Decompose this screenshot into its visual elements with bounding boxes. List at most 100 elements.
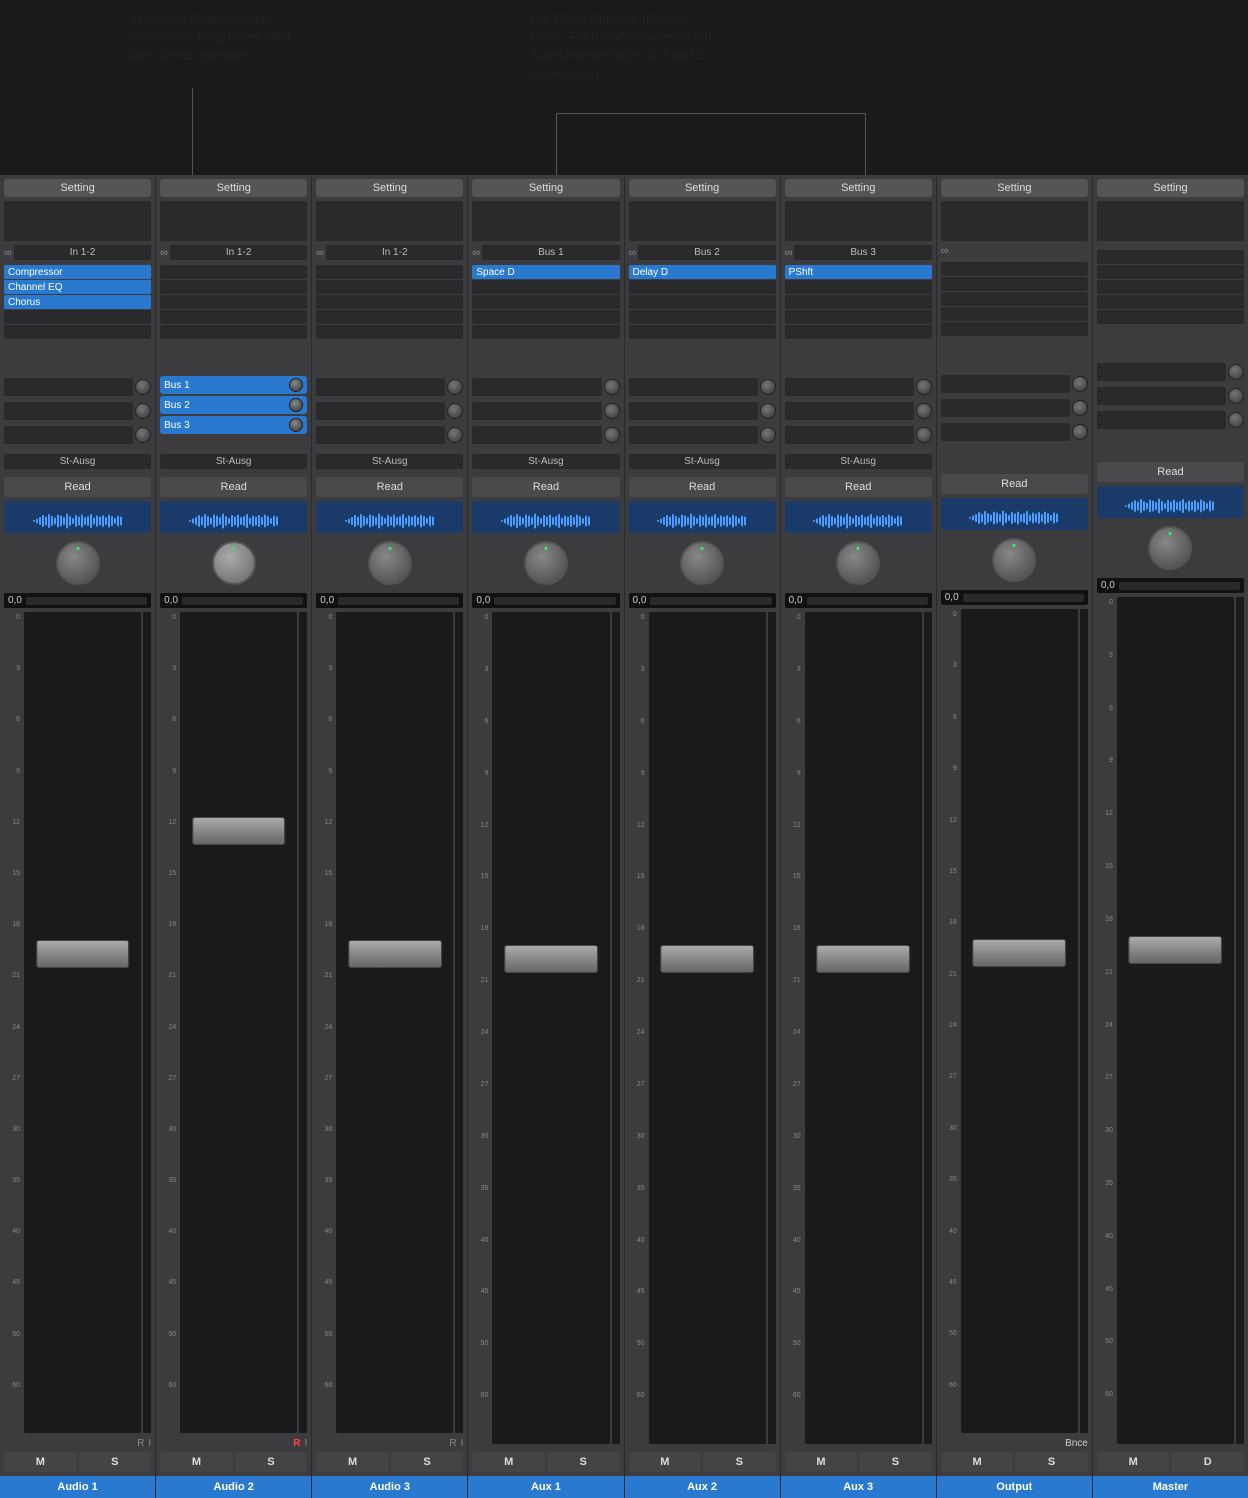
solo-button-aux3[interactable]: S xyxy=(859,1452,932,1472)
pan-knob-audio3[interactable] xyxy=(368,541,412,585)
pan-knob-aux3[interactable] xyxy=(836,541,880,585)
record-btn-audio1[interactable]: R xyxy=(137,1438,144,1449)
pan-knob-master[interactable] xyxy=(1148,526,1192,570)
mute-button-aux1[interactable]: M xyxy=(472,1452,545,1472)
channel-name-audio3[interactable]: Audio 3 xyxy=(312,1476,467,1498)
plugin-slot-empty-master-1[interactable] xyxy=(1097,265,1244,279)
waveform-display-aux1[interactable] xyxy=(472,501,619,533)
plugin-slot-audio1-0[interactable]: Compressor xyxy=(4,265,151,279)
read-button-audio2[interactable]: Read xyxy=(160,477,307,497)
read-button-output[interactable]: Read xyxy=(941,474,1088,494)
fader-handle-aux2[interactable] xyxy=(660,945,754,973)
plugin-slot-empty-audio2-3[interactable] xyxy=(160,310,307,324)
plugin-slot-empty-master-4[interactable] xyxy=(1097,310,1244,324)
pan-knob-audio2[interactable] xyxy=(212,541,256,585)
send-btn-audio2-2[interactable]: Bus 3 xyxy=(160,416,307,434)
mute-button-master[interactable]: M xyxy=(1097,1452,1170,1472)
fader-handle-aux3[interactable] xyxy=(816,945,910,973)
send-btn-audio2-1[interactable]: Bus 2 xyxy=(160,396,307,414)
input-label-aux3[interactable]: Bus 3 xyxy=(794,245,931,260)
plugin-slot-empty-audio3-0[interactable] xyxy=(316,265,463,279)
plugin-slot-empty-aux1-2[interactable] xyxy=(472,295,619,309)
solo-button-audio2[interactable]: S xyxy=(235,1452,308,1472)
plugin-slot-empty-aux3-1[interactable] xyxy=(785,280,932,294)
plugin-slot-empty-audio2-2[interactable] xyxy=(160,295,307,309)
channel-name-audio1[interactable]: Audio 1 xyxy=(0,1476,155,1498)
setting-button-output[interactable]: Setting xyxy=(941,179,1088,197)
record-btn-audio2[interactable]: R xyxy=(293,1438,300,1449)
plugin-slot-audio1-1[interactable]: Channel EQ xyxy=(4,280,151,294)
setting-button-master[interactable]: Setting xyxy=(1097,179,1244,197)
plugin-slot-aux3-0[interactable]: PShft xyxy=(785,265,932,279)
plugin-slot-empty-audio3-1[interactable] xyxy=(316,280,463,294)
fader-track-master[interactable] xyxy=(1117,597,1234,1444)
plugin-slot-empty-aux3-3[interactable] xyxy=(785,310,932,324)
pan-knob-audio1[interactable] xyxy=(56,541,100,585)
read-button-audio3[interactable]: Read xyxy=(316,477,463,497)
plugin-slot-empty-output-1[interactable] xyxy=(941,277,1088,291)
plugin-slot-empty-audio3-4[interactable] xyxy=(316,325,463,339)
mute-button-audio2[interactable]: M xyxy=(160,1452,233,1472)
read-button-aux1[interactable]: Read xyxy=(472,477,619,497)
plugin-slot-empty-output-2[interactable] xyxy=(941,292,1088,306)
input-label-aux2[interactable]: Bus 2 xyxy=(638,245,775,260)
output-label-aux2[interactable]: St-Ausg xyxy=(629,454,776,469)
channel-name-aux1[interactable]: Aux 1 xyxy=(468,1476,623,1498)
output-label-audio1[interactable]: St-Ausg xyxy=(4,454,151,469)
plugin-slot-aux1-0[interactable]: Space D xyxy=(472,265,619,279)
plugin-slot-empty-aux2-2[interactable] xyxy=(629,295,776,309)
read-button-aux2[interactable]: Read xyxy=(629,477,776,497)
mute-button-audio3[interactable]: M xyxy=(316,1452,389,1472)
plugin-slot-audio1-2[interactable]: Chorus xyxy=(4,295,151,309)
plugin-slot-empty-aux1-1[interactable] xyxy=(472,280,619,294)
fader-track-audio1[interactable] xyxy=(24,612,141,1433)
fader-handle-master[interactable] xyxy=(1129,936,1223,964)
setting-button-aux1[interactable]: Setting xyxy=(472,179,619,197)
channel-name-audio2[interactable]: Audio 2 xyxy=(156,1476,311,1498)
output-label-aux3[interactable]: St-Ausg xyxy=(785,454,932,469)
fader-track-output[interactable] xyxy=(961,609,1078,1433)
read-button-audio1[interactable]: Read xyxy=(4,477,151,497)
fader-handle-audio1[interactable] xyxy=(36,940,130,968)
solo-button-audio3[interactable]: S xyxy=(391,1452,464,1472)
waveform-display-output[interactable] xyxy=(941,498,1088,530)
read-button-master[interactable]: Read xyxy=(1097,462,1244,482)
plugin-slot-empty-audio1-4[interactable] xyxy=(4,325,151,339)
plugin-slot-empty-audio2-4[interactable] xyxy=(160,325,307,339)
input-monitor-btn-audio2[interactable]: I xyxy=(304,1438,307,1449)
waveform-display-audio3[interactable] xyxy=(316,501,463,533)
output-label-audio2[interactable]: St-Ausg xyxy=(160,454,307,469)
plugin-slot-empty-master-0[interactable] xyxy=(1097,250,1244,264)
solo-button-output[interactable]: S xyxy=(1015,1452,1088,1472)
channel-name-aux3[interactable]: Aux 3 xyxy=(781,1476,936,1498)
solo-button-aux1[interactable]: S xyxy=(547,1452,620,1472)
plugin-slot-empty-aux3-4[interactable] xyxy=(785,325,932,339)
send-knob-audio2-1[interactable] xyxy=(289,398,303,412)
solo-button-audio1[interactable]: S xyxy=(79,1452,152,1472)
plugin-slot-empty-aux1-4[interactable] xyxy=(472,325,619,339)
setting-button-audio1[interactable]: Setting xyxy=(4,179,151,197)
plugin-slot-empty-master-3[interactable] xyxy=(1097,295,1244,309)
solo-button-aux2[interactable]: S xyxy=(703,1452,776,1472)
setting-button-audio3[interactable]: Setting xyxy=(316,179,463,197)
plugin-slot-empty-aux2-3[interactable] xyxy=(629,310,776,324)
mute-button-aux3[interactable]: M xyxy=(785,1452,858,1472)
record-btn-audio3[interactable]: R xyxy=(449,1438,456,1449)
plugin-slot-empty-output-4[interactable] xyxy=(941,322,1088,336)
pan-knob-aux2[interactable] xyxy=(680,541,724,585)
mute-button-aux2[interactable]: M xyxy=(629,1452,702,1472)
input-monitor-btn-audio1[interactable]: I xyxy=(148,1438,151,1449)
fader-track-aux3[interactable] xyxy=(805,612,922,1444)
plugin-slot-empty-audio3-3[interactable] xyxy=(316,310,463,324)
read-button-aux3[interactable]: Read xyxy=(785,477,932,497)
setting-button-aux2[interactable]: Setting xyxy=(629,179,776,197)
pan-knob-output[interactable] xyxy=(992,538,1036,582)
waveform-display-audio1[interactable] xyxy=(4,501,151,533)
plugin-slot-empty-aux2-4[interactable] xyxy=(629,325,776,339)
setting-button-audio2[interactable]: Setting xyxy=(160,179,307,197)
plugin-slot-aux2-0[interactable]: Delay D xyxy=(629,265,776,279)
input-monitor-btn-audio3[interactable]: I xyxy=(461,1438,464,1449)
setting-button-aux3[interactable]: Setting xyxy=(785,179,932,197)
plugin-slot-empty-audio1-3[interactable] xyxy=(4,310,151,324)
plugin-slot-empty-output-3[interactable] xyxy=(941,307,1088,321)
